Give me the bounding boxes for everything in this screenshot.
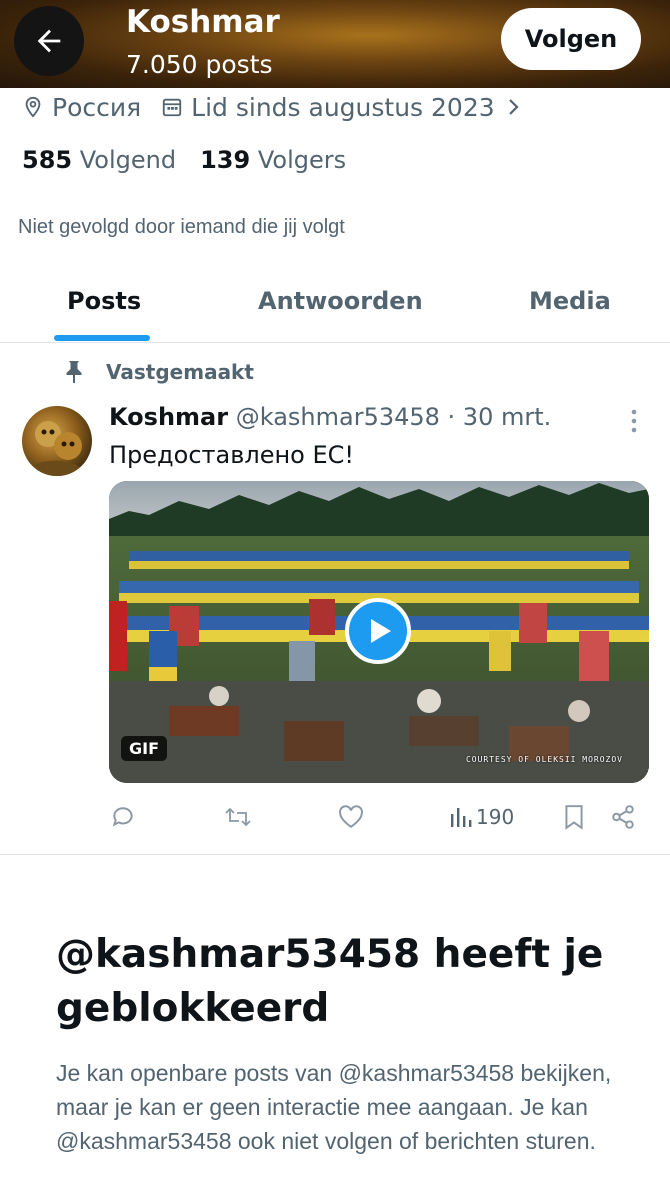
blocked-description: Je kan openbare posts van @kashmar53458 … — [56, 1060, 612, 1154]
pinned-indicator: Vastgemaakt — [64, 360, 254, 384]
not-followed-notice: Niet gevolgd door iemand die jij volgt — [18, 216, 345, 238]
pin-icon — [64, 360, 84, 384]
calendar-icon — [161, 96, 183, 118]
chevron-right-icon[interactable] — [507, 97, 521, 117]
divider — [0, 854, 670, 855]
following-label: Volgend — [79, 146, 177, 174]
followers-link[interactable]: 139 Volgers — [200, 146, 346, 174]
bookmark-button[interactable] — [563, 800, 585, 834]
views-button[interactable]: 190 — [450, 800, 514, 834]
profile-banner: Koshmar 7.050 posts Volgen — [0, 0, 670, 88]
post-header: Koshmar @kashmar53458 · 30 mrt. — [109, 403, 551, 431]
like-button[interactable] — [338, 800, 364, 834]
repost-icon — [224, 804, 252, 830]
share-icon — [610, 804, 636, 830]
following-link[interactable]: 585 Volgend — [22, 146, 176, 174]
media-watermark: COURTESY OF OLEKSII MOROZOV — [465, 755, 623, 764]
post-actions: 190 — [0, 800, 670, 834]
views-count: 190 — [476, 805, 515, 829]
pinned-label: Vastgemaakt — [106, 360, 254, 384]
tab-replies[interactable]: Antwoorden — [258, 287, 423, 315]
profile-meta: Россия Lid sinds augustus 2023 — [22, 92, 529, 122]
header-profile-name: Koshmar — [126, 4, 280, 40]
tab-media[interactable]: Media — [529, 287, 611, 315]
blocked-title: @kashmar53458 heeft je geblokkeerd — [56, 932, 604, 1031]
profile-stats: 585 Volgend 139 Volgers — [22, 146, 346, 174]
arrow-left-icon — [32, 24, 66, 58]
followers-count: 139 — [200, 146, 251, 174]
avatar[interactable] — [22, 406, 92, 476]
views-chart-icon — [450, 806, 472, 828]
more-options-icon[interactable] — [626, 408, 642, 434]
tab-posts[interactable]: Posts — [67, 287, 141, 315]
post-text: Предоставлено ЕС! — [109, 441, 355, 469]
heart-icon — [338, 805, 364, 829]
profile-location: Россия — [52, 92, 142, 122]
follow-button[interactable]: Volgen — [501, 8, 641, 70]
repost-button[interactable] — [224, 800, 252, 834]
location-icon — [22, 95, 44, 119]
header-posts-count: 7.050 posts — [126, 50, 273, 79]
profile-joined[interactable]: Lid sinds augustus 2023 — [191, 93, 495, 122]
bookmark-icon — [563, 804, 585, 830]
post-handle-date: @kashmar53458 · 30 mrt. — [235, 403, 552, 431]
reply-icon — [110, 804, 136, 830]
reply-button[interactable] — [110, 800, 136, 834]
gif-badge: GIF — [121, 736, 168, 761]
post-author-name[interactable]: Koshmar — [109, 403, 228, 431]
post-media[interactable]: GIF COURTESY OF OLEKSII MOROZOV — [109, 481, 649, 783]
active-tab-indicator — [54, 335, 150, 341]
play-button[interactable] — [345, 598, 411, 664]
play-icon — [369, 617, 393, 645]
followers-label: Volgers — [257, 146, 347, 174]
profile-tabs: Posts Antwoorden Media — [0, 260, 670, 343]
share-button[interactable] — [610, 800, 636, 834]
following-count: 585 — [22, 146, 73, 174]
back-button[interactable] — [14, 6, 84, 76]
